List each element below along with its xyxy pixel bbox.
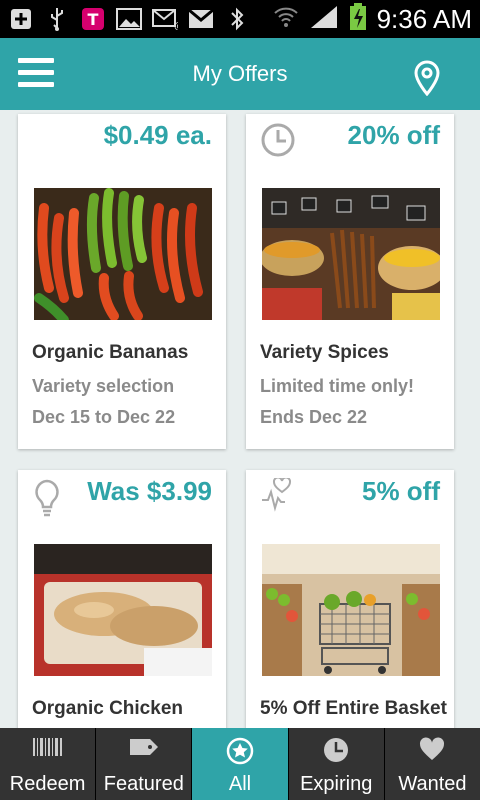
offer-headline: 20% off xyxy=(347,120,440,150)
offer-card[interactable]: 20% off Variety Spices Limited time only… xyxy=(246,114,454,449)
tab-label: All xyxy=(228,773,252,795)
tab-wanted[interactable]: Wanted xyxy=(385,728,480,800)
offer-image-bananas xyxy=(34,188,212,325)
tag-icon xyxy=(96,736,191,758)
location-pin-icon[interactable] xyxy=(414,60,440,101)
heart-pulse-icon xyxy=(260,476,296,517)
gmail-icon xyxy=(188,6,214,32)
offers-grid: $0.49 ea. Organic Bananas Variety select… xyxy=(0,110,480,728)
svg-text:T: T xyxy=(88,10,99,29)
tab-label: Wanted xyxy=(398,773,467,795)
offer-detail: Variety selection xyxy=(32,376,175,396)
barcode-icon xyxy=(0,736,95,758)
tab-label: Featured xyxy=(103,773,184,795)
offer-dates: Ends Dec 22 xyxy=(260,407,368,427)
offer-headline: Was $3.99 xyxy=(87,476,212,506)
offer-headline: 5% off xyxy=(362,476,440,506)
t-mobile-icon: T xyxy=(80,6,106,32)
offer-name: Organic Bananas xyxy=(32,342,189,363)
offer-dates: Dec 15 to Dec 22 xyxy=(32,407,176,427)
tab-redeem[interactable]: Redeem xyxy=(0,728,97,800)
page-title: My Offers xyxy=(192,61,288,86)
clock-icon xyxy=(260,122,296,163)
offer-name: Organic Chicken xyxy=(32,698,183,719)
tab-all[interactable]: All xyxy=(192,728,289,800)
offer-card[interactable]: Was $3.99 Organic Chicken xyxy=(18,470,226,728)
signal-icon xyxy=(309,4,339,35)
offer-card[interactable]: $0.49 ea. Organic Bananas Variety select… xyxy=(18,114,226,449)
notification-icons: T @ xyxy=(8,6,250,32)
offer-image-spices xyxy=(260,188,446,320)
offer-name: 5% Off Entire Basket xyxy=(260,698,447,719)
heart-icon xyxy=(385,736,480,762)
tab-label: Redeem xyxy=(9,773,86,795)
add-icon xyxy=(8,6,34,32)
wifi-icon xyxy=(273,5,299,34)
offer-card[interactable]: 5% off 5% Off Entire Basket xyxy=(246,470,454,728)
battery-icon xyxy=(349,3,367,36)
offer-detail: Limited time only! xyxy=(260,376,415,396)
bluetooth-icon xyxy=(224,6,250,32)
usb-icon xyxy=(44,6,70,32)
lightbulb-icon xyxy=(32,478,62,523)
gallery-icon xyxy=(116,6,142,32)
clock-icon xyxy=(289,736,384,764)
tab-featured[interactable]: Featured xyxy=(96,728,193,800)
clock-time: 9:36 AM xyxy=(376,4,472,34)
bottom-tab-bar: Redeem Featured All Expiring Wanted xyxy=(0,728,480,800)
offer-name: Variety Spices xyxy=(260,342,389,363)
offer-image-basket xyxy=(262,544,440,676)
tab-expiring[interactable]: Expiring xyxy=(289,728,385,800)
offer-headline: $0.49 ea. xyxy=(103,120,212,150)
app-bar: My Offers xyxy=(0,38,480,110)
tab-label: Expiring xyxy=(300,773,373,795)
offer-image-chicken xyxy=(34,544,212,676)
status-bar: T @ 9:36 AM xyxy=(0,0,480,38)
star-badge-icon xyxy=(192,736,287,766)
svg-text:@: @ xyxy=(174,21,178,30)
email-icon: @ xyxy=(152,6,178,32)
